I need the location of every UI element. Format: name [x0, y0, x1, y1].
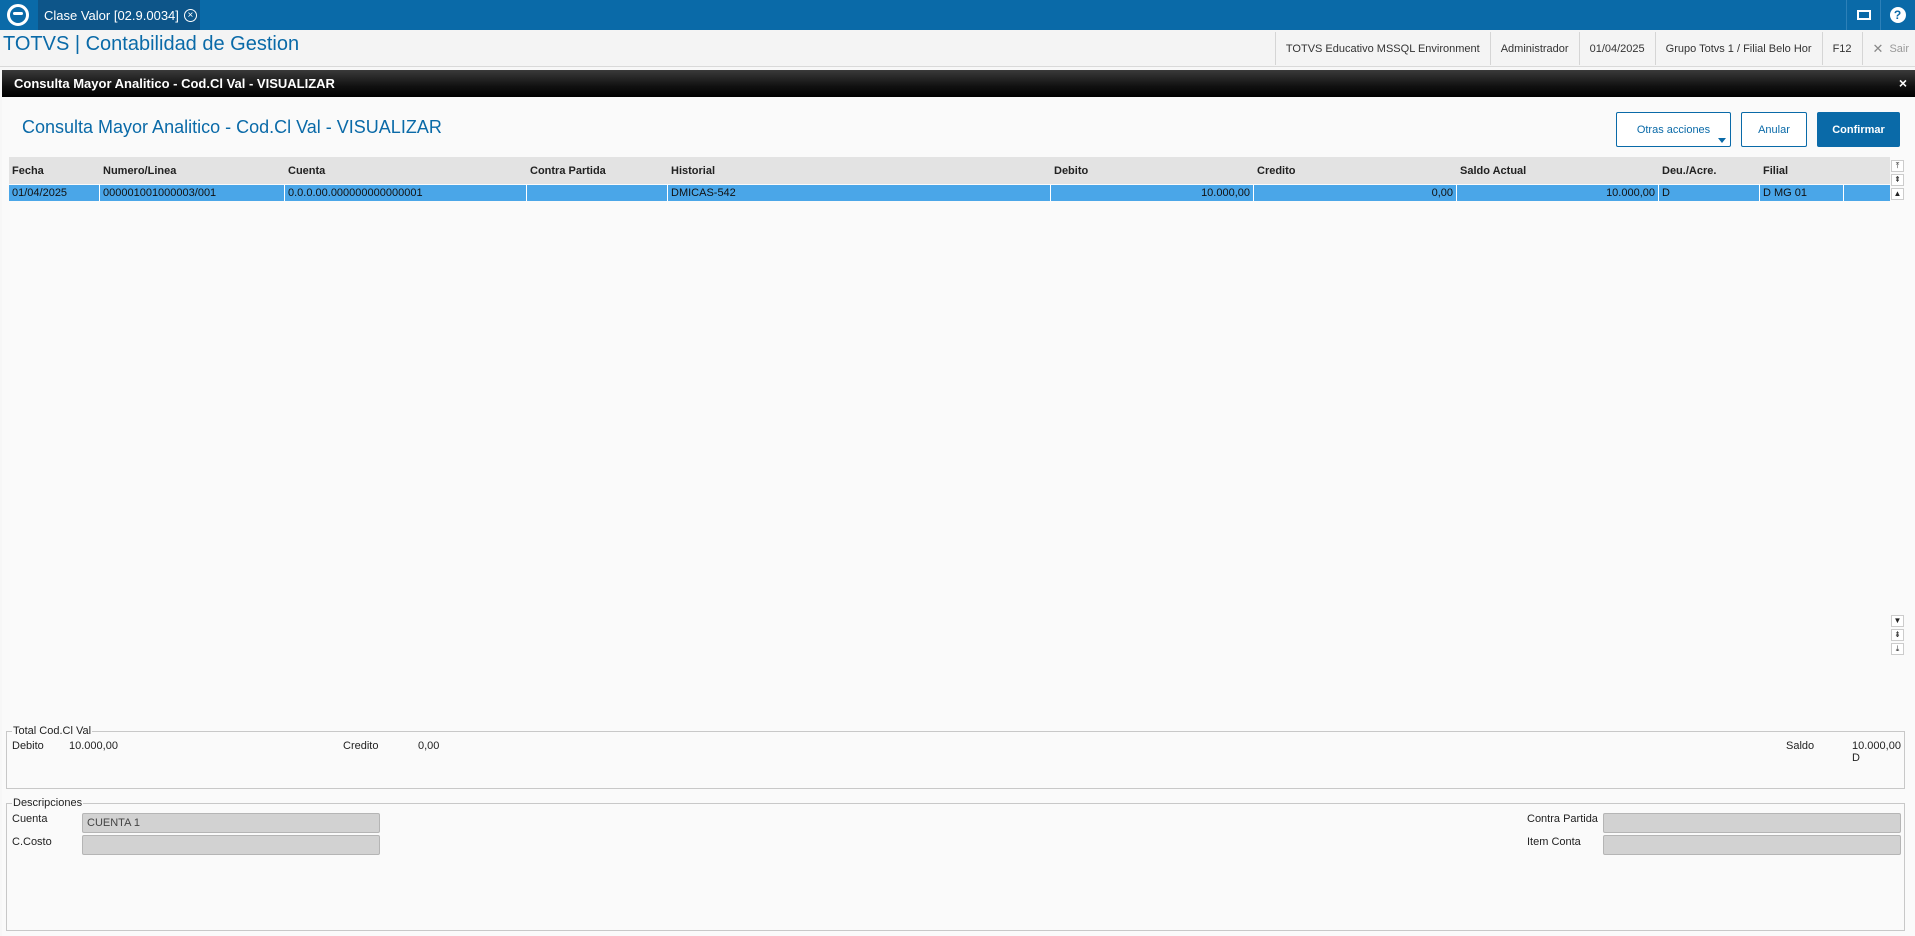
column-historial[interactable]: Historial [668, 157, 1051, 184]
top-bar: Clase Valor [02.9.0034] × ? [0, 0, 1915, 30]
contra-partida-field[interactable] [1603, 813, 1901, 833]
totals-legend: Total Cod.Cl Val [12, 725, 93, 737]
app-title: TOTVS | Contabilidad de Gestion [3, 33, 300, 55]
scroll-bottom-button[interactable]: ⤓ [1891, 643, 1904, 655]
cell-empty [1844, 185, 1890, 201]
ccosto-field[interactable] [82, 835, 380, 855]
scroll-up-button[interactable]: ▲ [1891, 188, 1904, 200]
environment-info[interactable]: TOTVS Educativo MSSQL Environment [1274, 32, 1490, 65]
saldo-value: 10.000,00 D [1852, 740, 1901, 764]
dialog-titlebar: Consulta Mayor Analitico - Cod.Cl Val - … [2, 70, 1915, 97]
cell-deu-acre: D [1659, 185, 1760, 201]
cell-historial: DMICAS-542 [668, 185, 1051, 201]
app-header: TOTVS | Contabilidad de Gestion TOTVS Ed… [0, 30, 1915, 67]
cuenta-field[interactable]: CUENTA 1 [82, 813, 380, 833]
exit-button[interactable]: ✕ Sair [1861, 32, 1915, 65]
mail-icon [1856, 10, 1871, 20]
debito-value: 10.000,00 [69, 740, 118, 752]
cell-saldo-actual: 10.000,00 [1457, 185, 1659, 201]
cell-numero-linea: 000001001000003/001 [100, 185, 285, 201]
item-conta-field[interactable] [1603, 835, 1901, 855]
help-icon: ? [1889, 7, 1906, 23]
cell-cuenta: 0.0.0.00.000000000000001 [285, 185, 527, 201]
cell-credito: 0,00 [1254, 185, 1457, 201]
tab-label: Clase Valor [02.9.0034] [44, 7, 179, 23]
help-button[interactable]: ? [1880, 0, 1914, 30]
totvs-logo[interactable] [0, 0, 36, 30]
mail-button[interactable] [1846, 0, 1880, 30]
tab-close-icon[interactable]: × [183, 8, 197, 22]
column-filial[interactable]: Filial [1760, 157, 1890, 184]
close-icon: ✕ [1872, 40, 1884, 56]
exit-label: Sair [1889, 42, 1909, 55]
scroll-down-button[interactable]: ▼ [1891, 615, 1904, 627]
column-debito[interactable]: Debito [1051, 157, 1254, 184]
ledger-grid[interactable]: Fecha Numero/Linea Cuenta Contra Partida… [9, 157, 1890, 657]
scroll-page-up-button[interactable]: ⇞ [1891, 174, 1904, 186]
logo-icon [7, 4, 29, 26]
table-row[interactable]: 01/04/2025 000001001000003/001 0.0.0.00.… [9, 185, 1890, 201]
cuenta-label: Cuenta [12, 813, 48, 825]
column-cuenta[interactable]: Cuenta [285, 157, 527, 184]
view-title: Consulta Mayor Analitico - Cod.Cl Val - … [22, 117, 442, 137]
dialog-title: Consulta Mayor Analitico - Cod.Cl Val - … [14, 76, 335, 91]
tab-clase-valor[interactable]: Clase Valor [02.9.0034] × [38, 0, 200, 30]
column-credito[interactable]: Credito [1254, 157, 1457, 184]
user-info[interactable]: Administrador [1489, 32, 1579, 65]
cell-debito: 10.000,00 [1051, 185, 1254, 201]
totals-group: Total Cod.Cl Val Debito 10.000,00 Credit… [6, 725, 1905, 789]
f12-button[interactable]: F12 [1821, 32, 1862, 65]
date-info[interactable]: 01/04/2025 [1578, 32, 1655, 65]
other-actions-button[interactable]: Otras acciones [1616, 112, 1731, 147]
grid-header: Fecha Numero/Linea Cuenta Contra Partida… [9, 157, 1890, 184]
other-actions-label: Otras acciones [1636, 123, 1711, 136]
column-saldo-actual[interactable]: Saldo Actual [1457, 157, 1659, 184]
cell-contra-partida [527, 185, 668, 201]
contra-partida-label: Contra Partida [1527, 813, 1598, 825]
item-conta-label: Item Conta [1527, 836, 1581, 848]
chevron-down-icon [1718, 138, 1726, 143]
cell-filial: D MG 01 [1760, 185, 1844, 201]
ccosto-label: C.Costo [12, 836, 52, 848]
credito-value: 0,00 [418, 740, 440, 752]
debito-label: Debito [12, 740, 44, 752]
grid-scrollbar[interactable]: ⤒ ⇞ ▲ ▼ ⇟ ⤓ [1890, 157, 1905, 659]
credito-label: Credito [343, 740, 379, 752]
column-contra-partida[interactable]: Contra Partida [527, 157, 668, 184]
cell-fecha: 01/04/2025 [9, 185, 100, 201]
cancel-button[interactable]: Anular [1741, 112, 1807, 147]
column-deu-acre[interactable]: Deu./Acre. [1659, 157, 1760, 184]
column-fecha[interactable]: Fecha [9, 157, 100, 184]
scroll-page-down-button[interactable]: ⇟ [1891, 629, 1904, 641]
dialog-close-icon[interactable]: × [1899, 75, 1907, 91]
scroll-top-button[interactable]: ⤒ [1891, 160, 1904, 172]
descriptions-group: Descripciones Cuenta CUENTA 1 C.Costo Co… [6, 797, 1905, 931]
branch-info[interactable]: Grupo Totvs 1 / Filial Belo Hor [1654, 32, 1822, 65]
descriptions-legend: Descripciones [12, 797, 84, 809]
saldo-label: Saldo [1786, 740, 1815, 752]
column-numero-linea[interactable]: Numero/Linea [100, 157, 285, 184]
confirm-button[interactable]: Confirmar [1817, 112, 1900, 147]
